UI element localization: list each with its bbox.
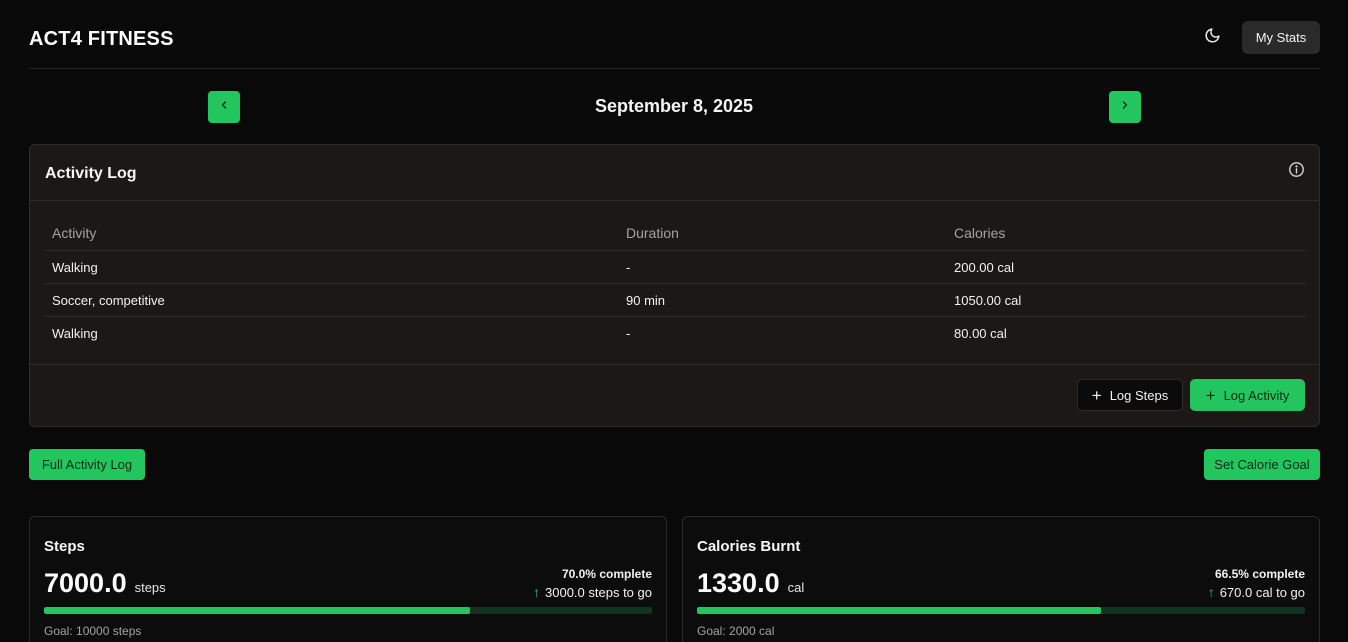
activity-log-title: Activity Log <box>45 165 137 182</box>
cell-calories: 80.00 cal <box>954 326 1007 341</box>
table-row[interactable]: Walking - 200.00 cal <box>45 251 1305 284</box>
my-stats-button[interactable]: My Stats <box>1242 21 1320 54</box>
activity-log-card: Activity Log Activity Duration Calories … <box>29 144 1320 427</box>
prev-day-button[interactable] <box>208 91 240 123</box>
calories-to-go: ↑ 670.0 cal to go <box>1208 584 1305 600</box>
set-calorie-goal-button[interactable]: Set Calorie Goal <box>1204 449 1320 480</box>
cell-calories: 1050.00 cal <box>954 292 1022 308</box>
moon-icon <box>1204 27 1221 49</box>
calories-progress-fill <box>697 607 1102 614</box>
info-button[interactable] <box>1287 161 1305 183</box>
steps-to-go: ↑ 3000.0 steps to go <box>533 584 652 600</box>
cell-calories: 200.00 cal <box>954 259 1014 275</box>
chevron-left-icon <box>218 98 230 116</box>
activity-table: Activity Duration Calories Walking - 200… <box>45 215 1305 350</box>
log-activity-label: Log Activity <box>1223 387 1290 403</box>
steps-to-go-text: 3000.0 steps to go <box>545 584 652 600</box>
calories-progress-bar <box>697 607 1305 614</box>
column-header-duration: Duration <box>626 224 679 241</box>
dark-mode-toggle[interactable] <box>1202 28 1222 48</box>
plus-icon: + <box>1091 385 1102 405</box>
calories-value: 1330.0 <box>697 568 780 598</box>
brand-logo[interactable]: ACT4 FITNESS <box>29 28 174 51</box>
arrow-up-icon: ↑ <box>533 584 541 600</box>
cell-duration: - <box>626 326 631 341</box>
log-steps-button[interactable]: + Log Steps <box>1077 379 1183 411</box>
cell-activity: Walking <box>52 326 98 341</box>
table-header-row: Activity Duration Calories <box>45 215 1305 251</box>
calories-percent: 66.5% complete <box>1214 567 1305 581</box>
calories-goal: Goal: 2000 cal <box>697 624 775 638</box>
next-day-button[interactable] <box>1109 91 1141 123</box>
divider <box>30 200 1319 201</box>
calories-value-group: 1330.0 cal <box>697 568 804 599</box>
calories-card: Calories Burnt 1330.0 cal 66.5% complete… <box>682 516 1320 642</box>
log-activity-button[interactable]: + Log Activity <box>1190 379 1305 411</box>
cell-duration: 90 min <box>626 292 666 308</box>
column-header-activity: Activity <box>52 224 97 241</box>
log-steps-label: Log Steps <box>1109 387 1169 403</box>
current-date: September 8, 2025 <box>594 96 754 116</box>
chevron-right-icon <box>1119 98 1131 116</box>
arrow-up-icon: ↑ <box>1207 584 1215 600</box>
calories-title: Calories Burnt <box>697 538 801 555</box>
steps-percent: 70.0% complete <box>561 567 652 581</box>
steps-unit: steps <box>134 580 166 595</box>
calories-unit: cal <box>787 580 805 595</box>
column-header-calories: Calories <box>954 224 1006 241</box>
steps-card: Steps 7000.0 steps 70.0% complete ↑ 3000… <box>29 516 667 642</box>
steps-title: Steps <box>44 538 85 555</box>
cell-activity: Walking <box>52 259 98 275</box>
divider <box>30 364 1319 365</box>
steps-value-group: 7000.0 steps <box>44 568 166 599</box>
steps-value: 7000.0 <box>44 568 127 598</box>
table-row[interactable]: Walking - 80.00 cal <box>45 317 1305 350</box>
steps-goal: Goal: 10000 steps <box>44 624 142 638</box>
plus-icon: + <box>1205 385 1216 405</box>
steps-progress-bar <box>44 607 652 614</box>
calories-to-go-text: 670.0 cal to go <box>1219 584 1305 600</box>
table-row[interactable]: Soccer, competitive 90 min 1050.00 cal <box>45 284 1305 317</box>
cell-duration: - <box>626 259 631 275</box>
app-header: ACT4 FITNESS My Stats <box>29 0 1320 69</box>
steps-progress-fill <box>44 607 470 614</box>
cell-activity: Soccer, competitive <box>52 292 165 308</box>
info-icon <box>1288 161 1305 183</box>
full-activity-log-button[interactable]: Full Activity Log <box>29 449 145 480</box>
